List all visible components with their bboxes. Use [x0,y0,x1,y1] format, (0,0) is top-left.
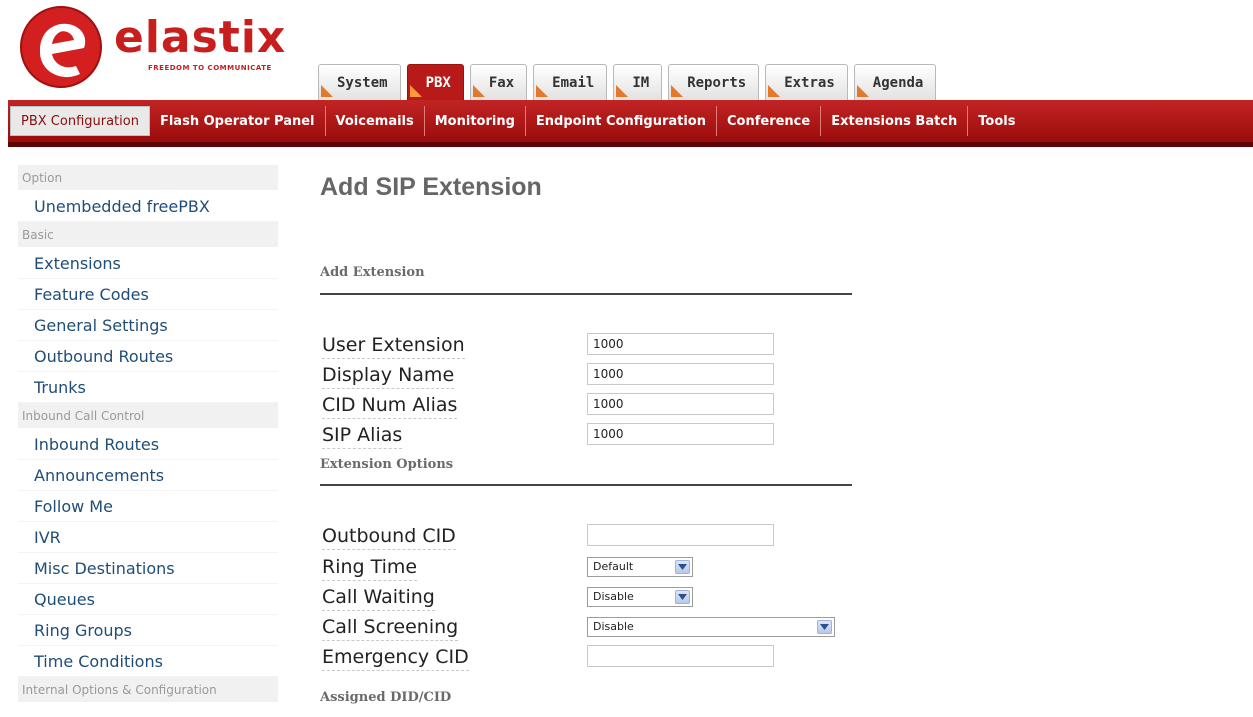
tab-label: Agenda [872,74,924,91]
sidebar-item-misc-destinations[interactable]: Misc Destinations [18,553,278,584]
ring-time-select[interactable]: Default [587,557,693,577]
sidebar-item-general-settings[interactable]: General Settings [18,310,278,341]
subnav-tools[interactable]: Tools [968,106,1025,136]
emergency-cid-input[interactable] [587,645,774,667]
tab-system[interactable]: System [318,64,401,100]
form-row-cid-num-alias: CID Num Alias [320,391,1020,421]
user-extension-label: User Extension [322,333,465,359]
chevron-down-icon [675,590,690,604]
call-screening-label: Call Screening [322,615,459,641]
cid-num-alias-input[interactable] [587,393,774,415]
subnav-conference[interactable]: Conference [717,106,822,136]
sidebar-item-unembedded-freepbx[interactable]: Unembedded freePBX [18,191,278,222]
tab-email[interactable]: Email [533,64,608,100]
tab-extras[interactable]: Extras [765,64,848,100]
form-row-display-name: Display Name [320,361,1020,391]
ring-time-selected-value: Default [593,560,634,573]
tab-reports[interactable]: Reports [668,64,760,100]
tab-label: System [337,74,388,91]
tab-corner-icon [768,85,781,97]
form-row-outbound-cid: Outbound CID [320,522,1020,552]
outbound-cid-input[interactable] [587,524,774,546]
sidebar-item-time-conditions[interactable]: Time Conditions [18,646,278,677]
form-row-call-waiting: Call Waiting Disable [320,583,1020,613]
sidebar-item-follow-me[interactable]: Follow Me [18,491,278,522]
subnav-endpoint-configuration[interactable]: Endpoint Configuration [526,106,717,136]
tab-label: IM [632,74,650,91]
tab-pbx[interactable]: PBX [406,64,464,100]
freepbx-sidebar: Option Unembedded freePBX Basic Extensio… [18,165,278,703]
tab-label: Extras [784,74,835,91]
sidebar-item-outbound-routes[interactable]: Outbound Routes [18,341,278,372]
elastix-logo[interactable]: elastix FREEDOM TO COMMUNICATE [18,4,298,94]
display-name-label: Display Name [322,363,455,389]
form-row-call-screening: Call Screening Disable [320,613,1020,643]
tab-label: Email [552,74,595,91]
display-name-input[interactable] [587,363,774,385]
subnav-voicemails[interactable]: Voicemails [326,106,425,136]
call-waiting-label: Call Waiting [322,585,435,611]
call-waiting-select[interactable]: Disable [587,587,693,607]
tab-corner-icon [856,85,869,97]
call-screening-select[interactable]: Disable [587,617,835,637]
sidebar-item-announcements[interactable]: Announcements [18,460,278,491]
subnav-extensions-batch[interactable]: Extensions Batch [821,106,969,136]
tab-label: Fax [488,74,515,91]
section-heading-extension-options: Extension Options [320,457,454,472]
form-row-user-extension: User Extension [320,331,1020,361]
form-row-emergency-cid: Emergency CID [320,643,1020,673]
tab-label: PBX [425,74,451,91]
tab-im[interactable]: IM [613,64,663,100]
sidebar-item-queues[interactable]: Queues [18,584,278,615]
elastix-logo-icon [20,6,102,88]
tab-corner-icon [536,85,549,97]
call-waiting-selected-value: Disable [593,590,634,603]
sidebar-item-ivr[interactable]: IVR [18,522,278,553]
page-title: Add SIP Extension [320,173,542,201]
sidebar-item-feature-codes[interactable]: Feature Codes [18,279,278,310]
main-menu-tabs: System PBX Fax Email IM Reports Extras A… [318,62,937,100]
chevron-down-icon [675,560,690,574]
sidebar-item-extensions[interactable]: Extensions [18,248,278,279]
section-divider [320,484,852,486]
subnav-pbx-configuration[interactable]: PBX Configuration [10,106,150,136]
cid-num-alias-label: CID Num Alias [322,393,458,419]
outbound-cid-label: Outbound CID [322,524,456,550]
tab-corner-icon [409,85,422,97]
tab-fax[interactable]: Fax [469,64,528,100]
call-screening-selected-value: Disable [593,620,634,633]
pbx-sub-navigation: PBX Configuration Flash Operator Panel V… [8,100,1253,147]
tab-corner-icon [616,85,629,97]
sidebar-heading-inbound-call-control: Inbound Call Control [18,403,278,429]
sip-alias-input[interactable] [587,423,774,445]
tab-corner-icon [671,85,684,97]
sidebar-item-trunks[interactable]: Trunks [18,372,278,403]
section-heading-assigned-did-cid: Assigned DID/CID [320,690,452,705]
brand-tagline: FREEDOM TO COMMUNICATE [148,64,272,72]
sidebar-heading-option: Option [18,165,278,191]
section-heading-add-extension: Add Extension [320,265,425,280]
tab-agenda[interactable]: Agenda [853,64,937,100]
sidebar-item-inbound-routes[interactable]: Inbound Routes [18,429,278,460]
subnav-monitoring[interactable]: Monitoring [425,106,526,136]
form-row-ring-time: Ring Time Default [320,553,1020,583]
subnav-flash-operator-panel[interactable]: Flash Operator Panel [150,106,326,136]
user-extension-input[interactable] [587,333,774,355]
tab-corner-icon [321,85,333,97]
sidebar-heading-internal-options: Internal Options & Configuration [18,677,278,703]
chevron-down-icon [817,620,832,634]
ring-time-label: Ring Time [322,555,418,581]
emergency-cid-label: Emergency CID [322,645,469,671]
tab-label: Reports [687,74,747,91]
tab-corner-icon [472,85,485,97]
sip-alias-label: SIP Alias [322,423,403,449]
brand-name: elastix [114,12,287,63]
section-divider [320,293,852,295]
sidebar-heading-basic: Basic [18,222,278,248]
form-row-sip-alias: SIP Alias [320,421,1020,451]
sidebar-item-ring-groups[interactable]: Ring Groups [18,615,278,646]
